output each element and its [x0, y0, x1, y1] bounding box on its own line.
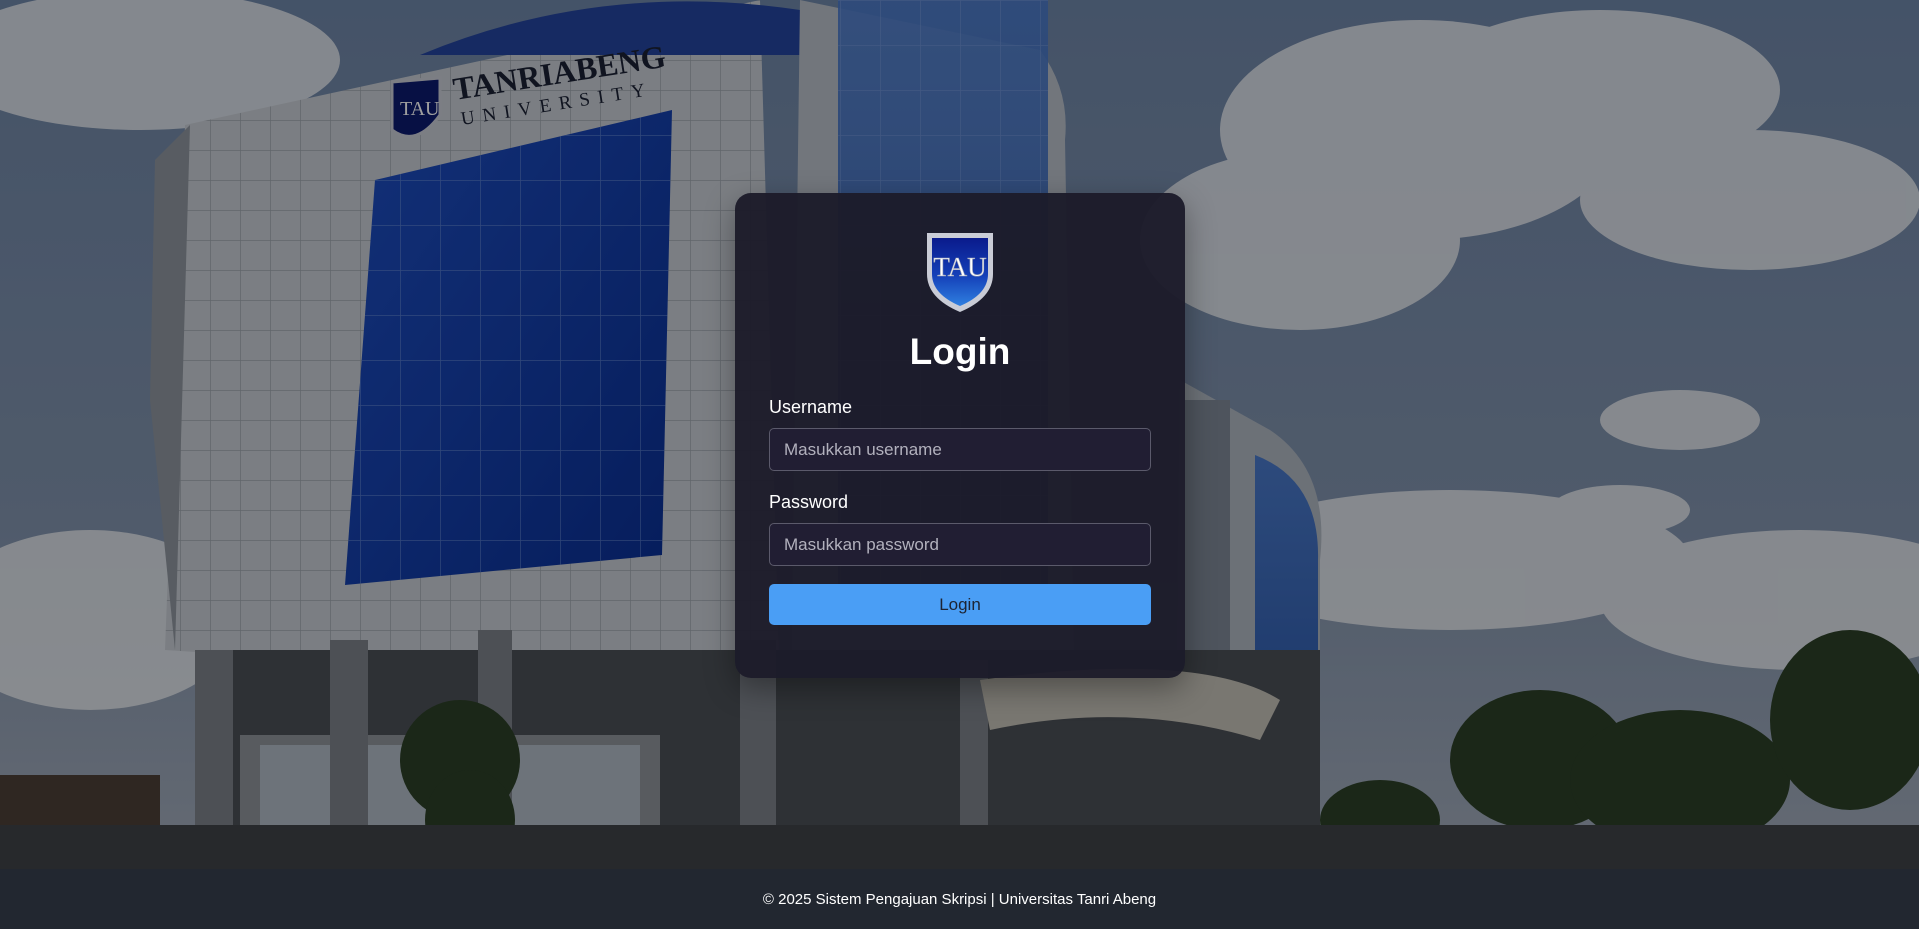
password-label: Password [769, 492, 849, 512]
login-button[interactable]: Login [769, 584, 1151, 625]
login-card: TAU Login Username Password Login [735, 193, 1185, 678]
login-page: TAU TANRIABENG UNIVERSITY TAU Login User… [0, 0, 1919, 929]
footer-copyright: © 2025 Sistem Pengajuan Skripsi | Univer… [762, 890, 1157, 908]
svg-text:TAU: TAU [933, 252, 986, 282]
login-title: Login [909, 331, 1011, 372]
username-input[interactable] [769, 428, 1151, 471]
password-input[interactable] [769, 523, 1151, 566]
username-label: Username [769, 397, 853, 417]
university-logo: TAU [924, 230, 996, 314]
footer: © 2025 Sistem Pengajuan Skripsi | Univer… [0, 869, 1919, 929]
